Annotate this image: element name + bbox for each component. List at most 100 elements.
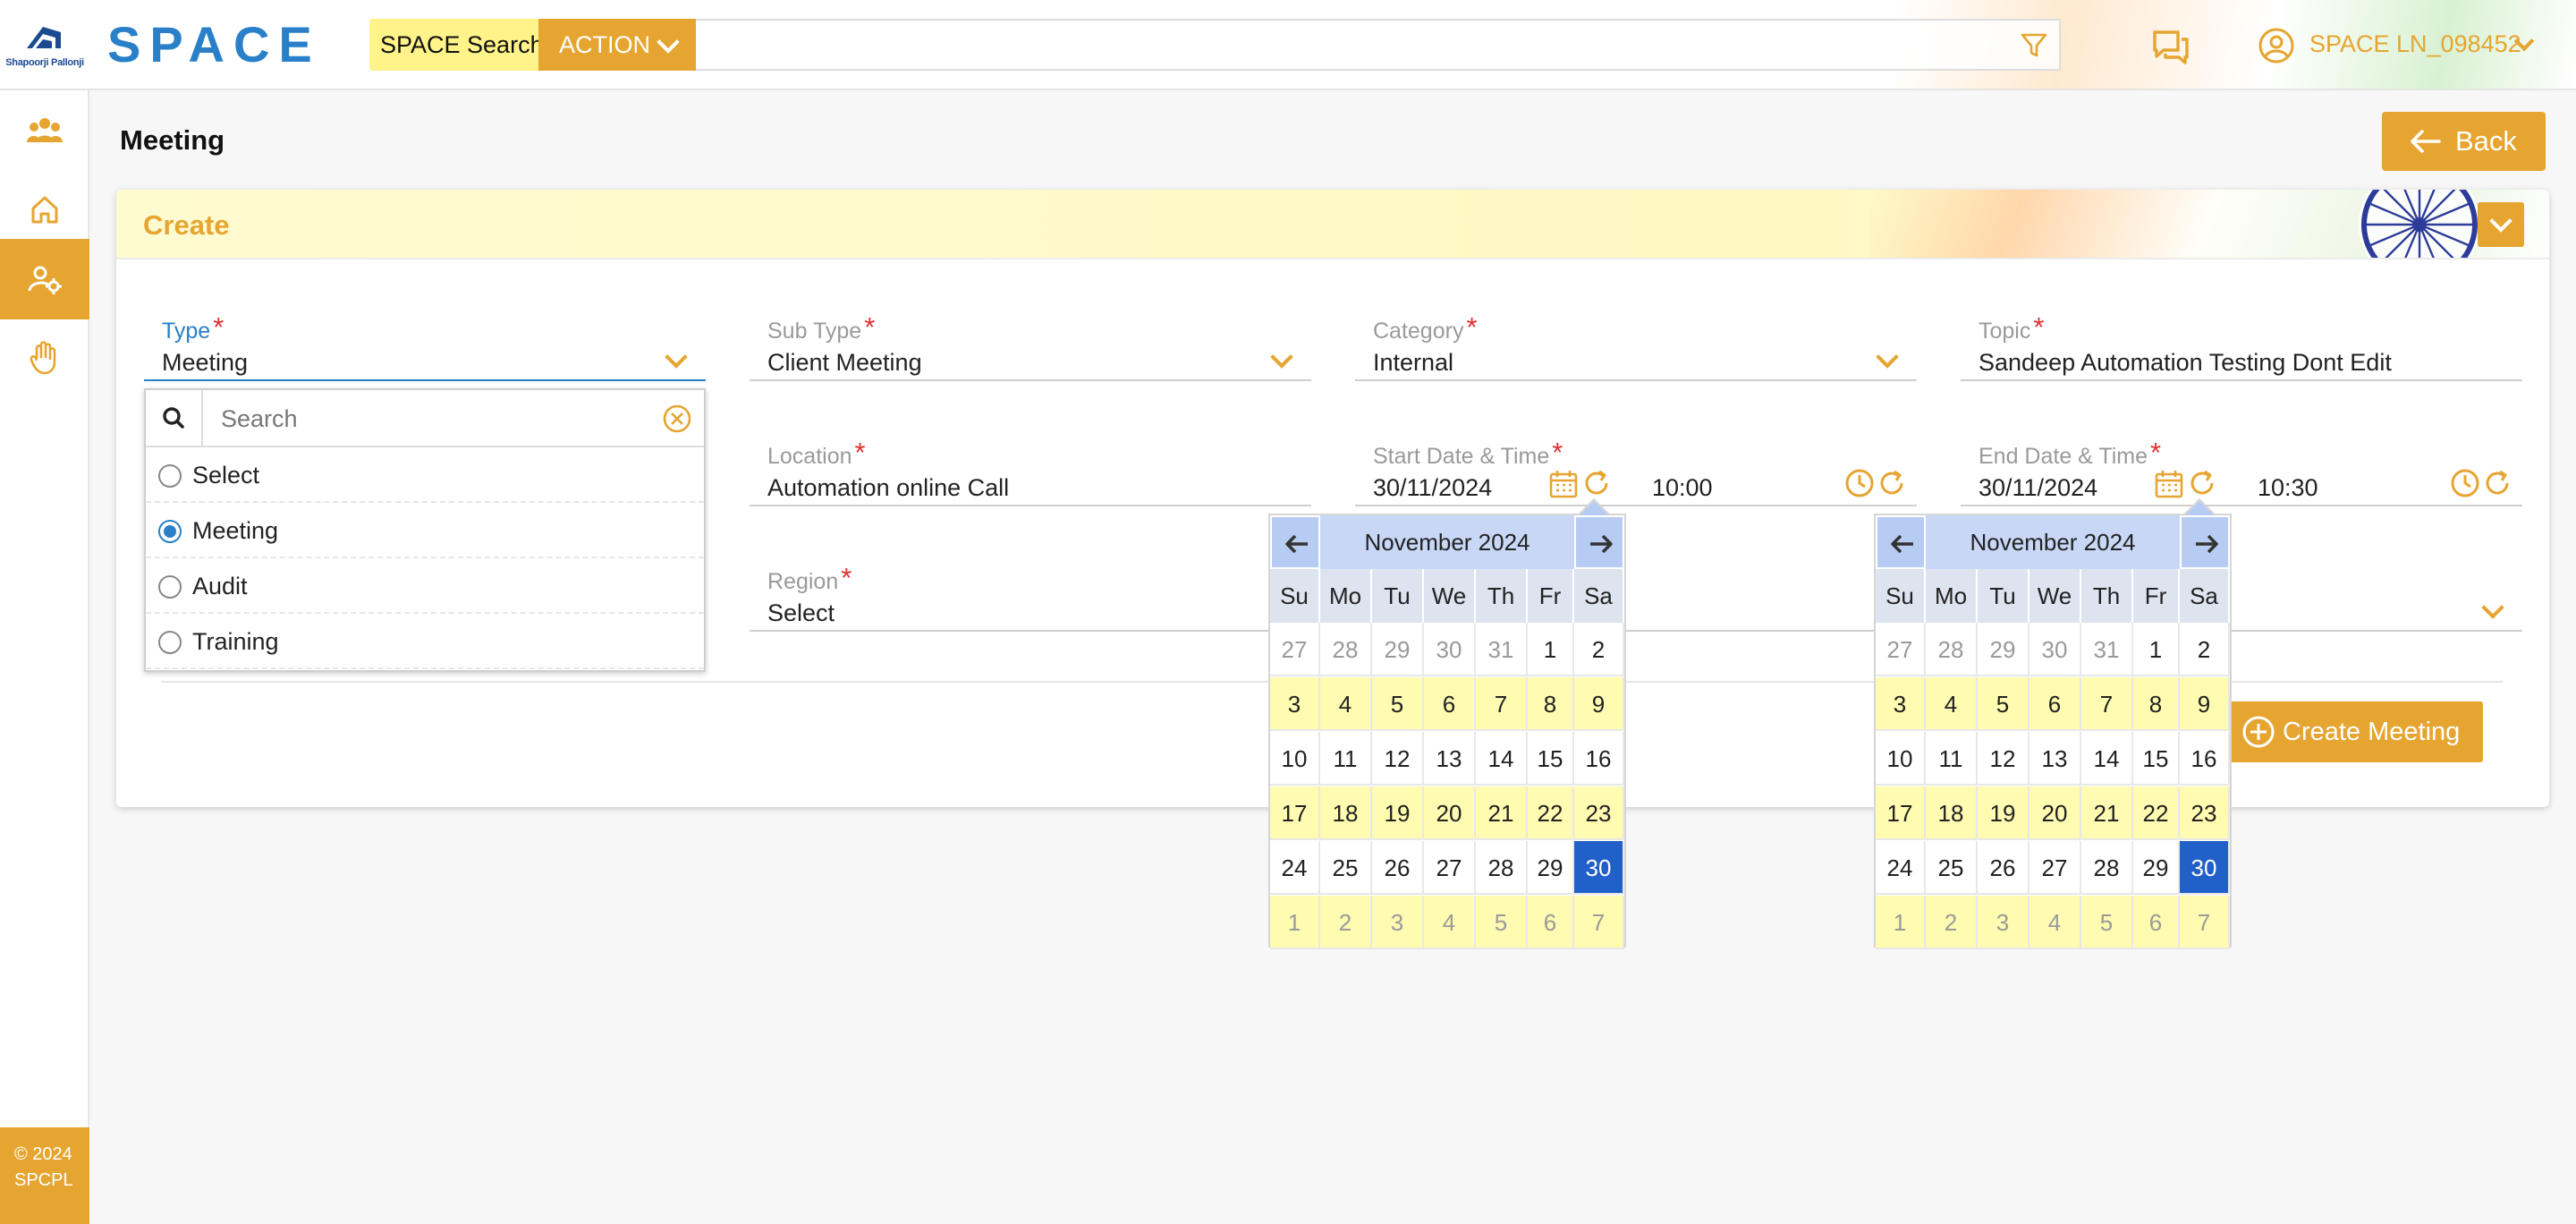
- calendar-day[interactable]: 22: [1528, 786, 1574, 840]
- calendar-day[interactable]: 29: [1978, 623, 2029, 676]
- sidebar-item-hand[interactable]: [0, 318, 89, 398]
- calendar-day[interactable]: 2: [2180, 623, 2230, 676]
- calendar-day[interactable]: 25: [1926, 841, 1978, 895]
- clock-icon[interactable]: [2449, 467, 2481, 499]
- chat-icon[interactable]: [2151, 29, 2190, 64]
- calendar-day[interactable]: 14: [2081, 732, 2133, 786]
- calendar-day[interactable]: 4: [1320, 677, 1372, 731]
- calendar-day[interactable]: 30: [2180, 841, 2230, 895]
- calendar-day[interactable]: 7: [1476, 677, 1528, 731]
- sidebar-item-home[interactable]: [0, 169, 89, 250]
- calendar-day[interactable]: 10: [1270, 732, 1320, 786]
- sidebar-item-user-settings[interactable]: [0, 239, 89, 319]
- end-time-value[interactable]: 10:30: [2258, 474, 2318, 502]
- radio-unchecked-icon[interactable]: [158, 631, 182, 654]
- calendar-day[interactable]: 13: [1424, 732, 1476, 786]
- calendar-day[interactable]: 8: [1528, 677, 1574, 731]
- calendar-day[interactable]: 1: [1528, 623, 1574, 676]
- calendar-day[interactable]: 8: [2133, 677, 2180, 731]
- calendar-day[interactable]: 17: [1876, 786, 1926, 840]
- calendar-day[interactable]: 1: [2133, 623, 2180, 676]
- calendar-day[interactable]: 23: [1574, 786, 1624, 840]
- calendar-day[interactable]: 10: [1876, 732, 1926, 786]
- global-search-input[interactable]: [696, 19, 2061, 71]
- calendar-day[interactable]: 13: [2029, 732, 2081, 786]
- calendar-day[interactable]: 19: [1372, 786, 1424, 840]
- calendar-day[interactable]: 24: [1876, 841, 1926, 895]
- calendar-day[interactable]: 24: [1270, 841, 1320, 895]
- brand-logo[interactable]: SPACE: [107, 18, 321, 72]
- calendar-day[interactable]: 6: [2029, 677, 2081, 731]
- calendar-day[interactable]: 2: [1574, 623, 1624, 676]
- clock-icon[interactable]: [1843, 467, 1876, 499]
- calendar-day[interactable]: 28: [1476, 841, 1528, 895]
- calendar-day[interactable]: 6: [2133, 896, 2180, 949]
- calendar-day[interactable]: 29: [1372, 623, 1424, 676]
- calendar-day[interactable]: 25: [1320, 841, 1372, 895]
- calendar-day[interactable]: 5: [1978, 677, 2029, 731]
- calendar-day[interactable]: 30: [1424, 623, 1476, 676]
- type-field[interactable]: Type* Meeting: [144, 293, 706, 383]
- radio-unchecked-icon[interactable]: [158, 575, 182, 599]
- calendar-day[interactable]: 29: [2133, 841, 2180, 895]
- calendar-day[interactable]: 31: [2081, 623, 2133, 676]
- calendar-day[interactable]: 19: [1978, 786, 2029, 840]
- chevron-down-icon[interactable]: [665, 345, 688, 369]
- prev-month-button[interactable]: [1270, 515, 1320, 569]
- calendar-day[interactable]: 31: [1476, 623, 1528, 676]
- sidebar-item-users[interactable]: [0, 90, 89, 171]
- calendar-day[interactable]: 4: [2029, 896, 2081, 949]
- calendar-day[interactable]: 12: [1372, 732, 1424, 786]
- calendar-day[interactable]: 6: [1528, 896, 1574, 949]
- refresh-icon[interactable]: [2481, 467, 2513, 499]
- chevron-down-icon[interactable]: [1876, 345, 1899, 369]
- action-dropdown-button[interactable]: ACTION: [538, 19, 696, 71]
- collapse-card-button[interactable]: [2478, 202, 2524, 247]
- calendar-day[interactable]: 16: [1574, 732, 1624, 786]
- start-date-value[interactable]: 30/11/2024: [1373, 474, 1492, 502]
- calendar-day[interactable]: 27: [1270, 623, 1320, 676]
- next-month-button[interactable]: [1574, 515, 1624, 569]
- calendar-month-label[interactable]: November 2024: [1320, 515, 1574, 569]
- calendar-day[interactable]: 27: [2029, 841, 2081, 895]
- start-time-value[interactable]: 10:00: [1652, 474, 1713, 502]
- calendar-day[interactable]: 27: [1876, 623, 1926, 676]
- calendar-day[interactable]: 18: [1926, 786, 1978, 840]
- calendar-day[interactable]: 3: [1978, 896, 2029, 949]
- calendar-day[interactable]: 15: [2133, 732, 2180, 786]
- refresh-icon[interactable]: [1580, 467, 1613, 499]
- create-meeting-button[interactable]: Create Meeting: [2225, 701, 2483, 762]
- calendar-icon[interactable]: [2154, 469, 2184, 499]
- calendar-day[interactable]: 6: [1424, 677, 1476, 731]
- calendar-day[interactable]: 12: [1978, 732, 2029, 786]
- category-field[interactable]: Category* Internal: [1355, 293, 1917, 383]
- calendar-day[interactable]: 20: [2029, 786, 2081, 840]
- calendar-day[interactable]: 28: [1926, 623, 1978, 676]
- location-field[interactable]: Location* Automation online Call: [750, 419, 1311, 508]
- topic-field[interactable]: Topic* Sandeep Automation Testing Dont E…: [1961, 293, 2522, 383]
- calendar-day[interactable]: 21: [2081, 786, 2133, 840]
- user-avatar-icon[interactable]: [2258, 27, 2295, 64]
- calendar-day[interactable]: 20: [1424, 786, 1476, 840]
- calendar-day[interactable]: 22: [2133, 786, 2180, 840]
- calendar-day[interactable]: 1: [1876, 896, 1926, 949]
- calendar-day[interactable]: 15: [1528, 732, 1574, 786]
- refresh-icon[interactable]: [2186, 467, 2218, 499]
- radio-checked-icon[interactable]: [158, 520, 182, 543]
- start-datetime-field[interactable]: Start Date & Time* 30/11/2024 10:00: [1355, 419, 1917, 508]
- type-option[interactable]: Meeting: [146, 503, 704, 558]
- calendar-day[interactable]: 5: [1372, 677, 1424, 731]
- type-option[interactable]: Training: [146, 614, 704, 669]
- chevron-down-icon[interactable]: [1270, 345, 1293, 369]
- calendar-day[interactable]: 3: [1372, 896, 1424, 949]
- calendar-day[interactable]: 4: [1424, 896, 1476, 949]
- company-logo[interactable]: Shapoorji Pallonji: [2, 18, 88, 72]
- calendar-day[interactable]: 3: [1876, 677, 1926, 731]
- calendar-day[interactable]: 9: [1574, 677, 1624, 731]
- calendar-day[interactable]: 28: [1320, 623, 1372, 676]
- user-name[interactable]: SPACE LN_098452: [2309, 30, 2521, 58]
- calendar-day[interactable]: 5: [1476, 896, 1528, 949]
- calendar-day[interactable]: 11: [1320, 732, 1372, 786]
- refresh-icon[interactable]: [1876, 467, 1908, 499]
- clear-search-icon[interactable]: [661, 403, 693, 435]
